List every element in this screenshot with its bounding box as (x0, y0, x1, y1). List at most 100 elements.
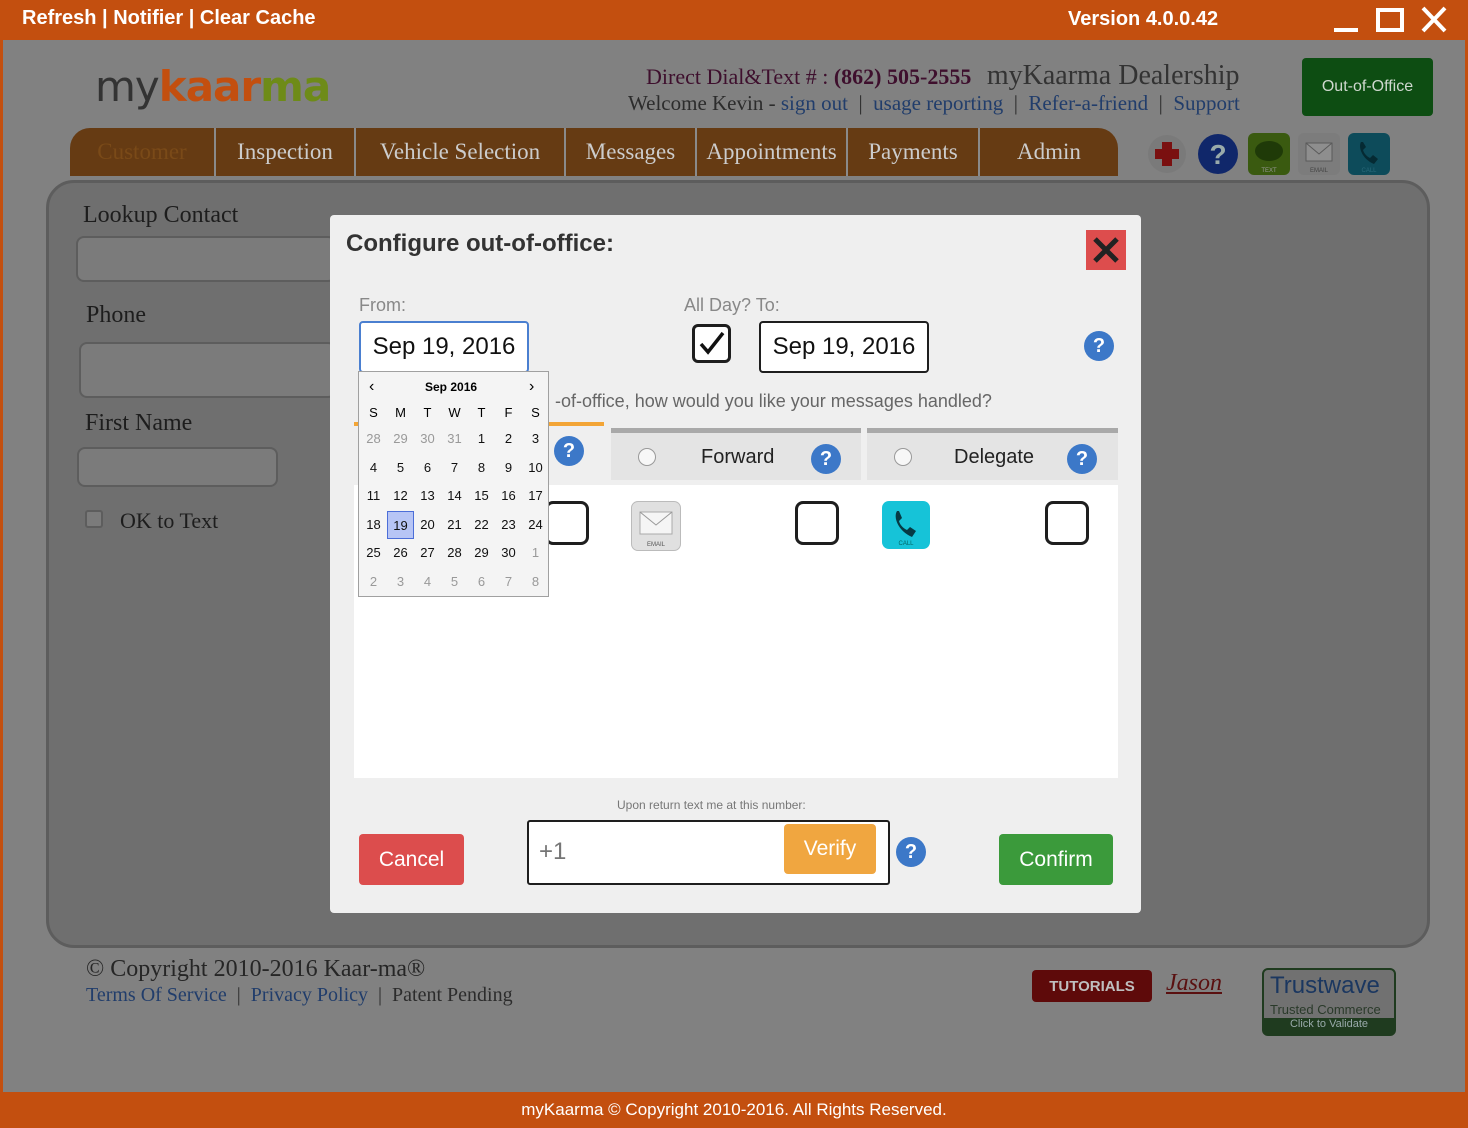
calendar-day[interactable]: 27 (414, 539, 441, 567)
verify-button[interactable]: Verify (784, 824, 876, 874)
close-window-icon[interactable] (1418, 4, 1452, 36)
calendar-day[interactable]: 1 (468, 425, 495, 453)
calendar-day[interactable]: 2 (495, 425, 522, 453)
calendar-day[interactable]: 7 (495, 568, 522, 596)
refresh-link[interactable]: Refresh (22, 7, 96, 29)
phone-help-icon[interactable]: ? (896, 837, 926, 867)
calendar-day[interactable]: 30 (414, 425, 441, 453)
usage-reporting-link[interactable]: usage reporting (873, 91, 1003, 115)
maximize-icon[interactable] (1374, 4, 1408, 36)
calendar-day[interactable]: 3 (522, 425, 549, 453)
calendar-day[interactable]: 26 (387, 539, 414, 567)
calendar-day[interactable]: 30 (495, 539, 522, 567)
calendar-day[interactable]: 12 (387, 482, 414, 510)
calendar-day[interactable]: 11 (360, 482, 387, 510)
calendar-day[interactable]: 1 (522, 539, 549, 567)
return-phone-input[interactable] (539, 832, 779, 872)
terms-link[interactable]: Terms Of Service (86, 984, 227, 1006)
text-checkbox[interactable] (545, 501, 589, 545)
calendar-day[interactable]: 24 (522, 511, 549, 539)
delegate-option[interactable]: Delegate ? (867, 428, 1118, 480)
all-day-checkbox[interactable] (692, 324, 731, 363)
delegate-radio[interactable] (894, 448, 912, 466)
calendar-day[interactable]: 4 (414, 568, 441, 596)
calendar-day[interactable]: 20 (414, 511, 441, 539)
delegate-help-icon[interactable]: ? (1067, 444, 1097, 474)
confirm-button[interactable]: Confirm (999, 834, 1113, 885)
call-icon[interactable]: CALL (1348, 133, 1390, 175)
privacy-link[interactable]: Privacy Policy (251, 984, 368, 1006)
tab-inspection[interactable]: Inspection (216, 128, 356, 176)
tutorials-button[interactable]: TUTORIALS (1032, 970, 1152, 1002)
calendar-day[interactable]: 17 (522, 482, 549, 510)
calendar-day[interactable]: 28 (441, 539, 468, 567)
calendar-day[interactable]: 7 (441, 454, 468, 482)
tab-admin[interactable]: Admin (980, 128, 1118, 176)
support-link[interactable]: Support (1173, 91, 1240, 115)
tab-messages[interactable]: Messages (566, 128, 697, 176)
calendar-day[interactable]: 10 (522, 454, 549, 482)
calendar-day[interactable]: 2 (360, 568, 387, 596)
forward-radio[interactable] (638, 448, 656, 466)
close-dialog-button[interactable] (1086, 230, 1126, 270)
calendar-day[interactable]: 22 (468, 511, 495, 539)
option1-help-icon[interactable]: ? (554, 436, 584, 466)
calendar-day[interactable]: 5 (387, 454, 414, 482)
first-aid-icon[interactable] (1146, 133, 1188, 175)
tab-payments[interactable]: Payments (848, 128, 980, 176)
calendar-day[interactable]: 3 (387, 568, 414, 596)
from-date-input[interactable]: Sep 19, 2016 (359, 321, 529, 373)
calendar-day[interactable]: 13 (414, 482, 441, 510)
forward-option[interactable]: Forward ? (611, 428, 861, 480)
lookup-contact-field[interactable] (76, 236, 336, 282)
calendar-day[interactable]: 6 (414, 454, 441, 482)
sign-out-link[interactable]: sign out (781, 91, 848, 115)
date-help-icon[interactable]: ? (1084, 331, 1114, 361)
calendar-day[interactable]: 5 (441, 568, 468, 596)
calendar-day[interactable]: 8 (522, 568, 549, 596)
main-nav: Customer Inspection Vehicle Selection Me… (70, 128, 1118, 176)
clear-cache-link[interactable]: Clear Cache (200, 7, 316, 29)
minimize-icon[interactable] (1330, 4, 1364, 36)
trustwave-badge[interactable]: Trustwave Trusted Commerce Click to Vali… (1262, 968, 1396, 1036)
calendar-day[interactable]: 31 (441, 425, 468, 453)
help-icon[interactable]: ? (1197, 133, 1239, 175)
jason-link[interactable]: Jason (1166, 970, 1222, 997)
email-checkbox[interactable] (795, 501, 839, 545)
first-name-field[interactable] (77, 447, 278, 487)
calendar-day[interactable]: 6 (468, 568, 495, 596)
forward-help-icon[interactable]: ? (811, 444, 841, 474)
cancel-button[interactable]: Cancel (359, 834, 464, 885)
notifier-link[interactable]: Notifier (113, 7, 183, 29)
prev-month-icon[interactable]: ‹ (369, 378, 374, 396)
ok-to-text-checkbox[interactable] (85, 510, 103, 528)
call-option-icon[interactable]: CALL (882, 501, 930, 549)
forward-label: Forward (701, 446, 775, 468)
call-checkbox[interactable] (1045, 501, 1089, 545)
to-date-input[interactable]: Sep 19, 2016 (759, 321, 929, 373)
refer-a-friend-link[interactable]: Refer-a-friend (1028, 91, 1148, 115)
calendar-day[interactable]: 14 (441, 482, 468, 510)
calendar-day[interactable]: 29 (468, 539, 495, 567)
out-of-office-button[interactable]: Out-of-Office (1302, 58, 1433, 116)
calendar-day[interactable]: 18 (360, 511, 387, 539)
calendar-day[interactable]: 16 (495, 482, 522, 510)
calendar-day[interactable]: 23 (495, 511, 522, 539)
tab-customer[interactable]: Customer (70, 128, 216, 176)
calendar-day[interactable]: 4 (360, 454, 387, 482)
phone-field[interactable] (79, 342, 336, 398)
email-icon[interactable]: EMAIL (1298, 133, 1340, 175)
calendar-day[interactable]: 19 (387, 510, 414, 539)
calendar-day[interactable]: 15 (468, 482, 495, 510)
text-icon[interactable]: TEXT (1248, 133, 1290, 175)
calendar-day[interactable]: 21 (441, 511, 468, 539)
email-option-icon[interactable]: EMAIL (631, 501, 681, 551)
calendar-day[interactable]: 8 (468, 454, 495, 482)
calendar-day[interactable]: 25 (360, 539, 387, 567)
tab-vehicle-selection[interactable]: Vehicle Selection (356, 128, 566, 176)
calendar-day[interactable]: 29 (387, 425, 414, 453)
calendar-day[interactable]: 9 (495, 454, 522, 482)
next-month-icon[interactable]: › (529, 378, 534, 396)
tab-appointments[interactable]: Appointments (697, 128, 848, 176)
calendar-day[interactable]: 28 (360, 425, 387, 453)
